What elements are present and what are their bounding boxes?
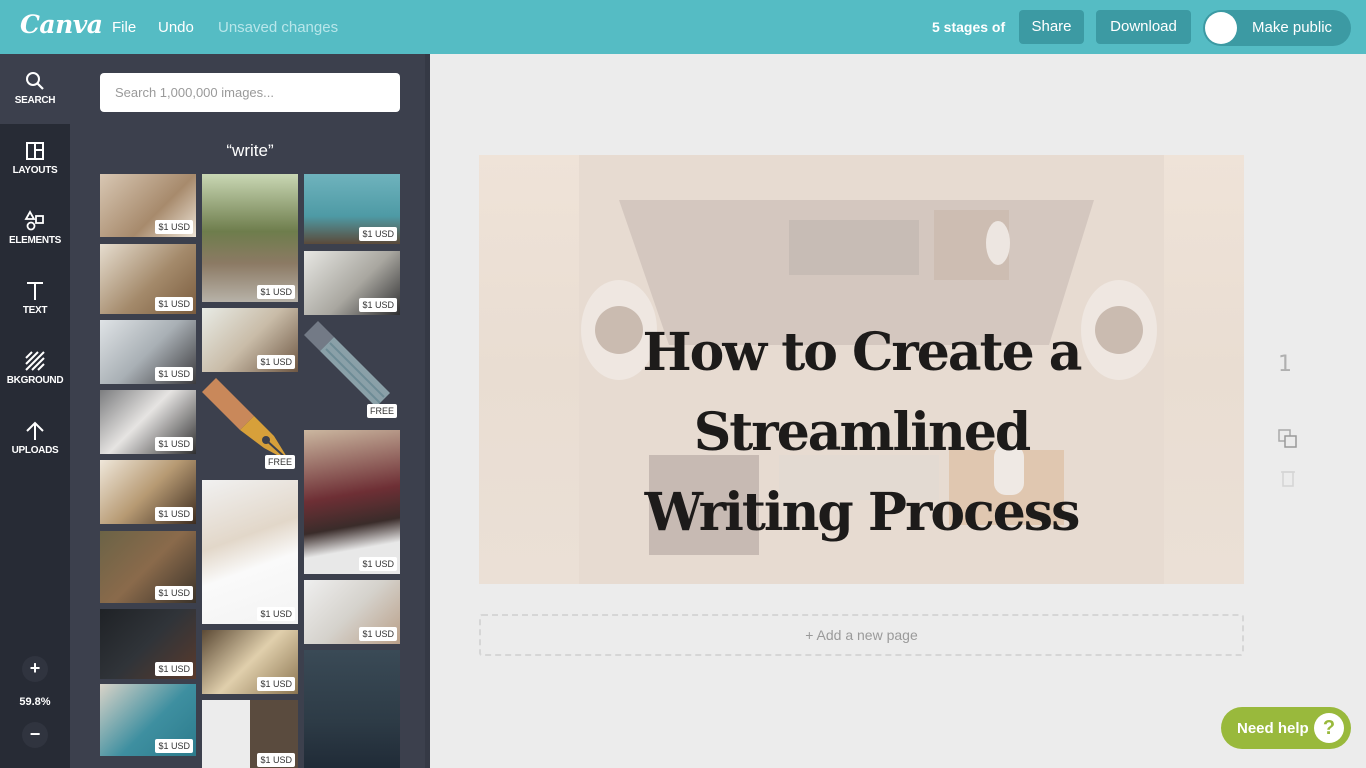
- price-tag: $1 USD: [257, 355, 295, 369]
- file-menu[interactable]: File: [112, 19, 136, 36]
- delete-page-icon[interactable]: [1277, 468, 1299, 490]
- price-tag: $1 USD: [155, 739, 193, 753]
- add-new-page-button[interactable]: + Add a new page: [479, 614, 1244, 656]
- price-tag: $1 USD: [155, 662, 193, 676]
- background-icon: [25, 351, 45, 371]
- question-icon: ?: [1314, 713, 1344, 743]
- rail-item-label: LAYOUTS: [12, 165, 58, 176]
- image-result[interactable]: FREE: [202, 378, 298, 472]
- uploads-icon: [26, 421, 44, 440]
- image-result[interactable]: $1 USD: [202, 480, 298, 624]
- search-icon: [26, 72, 44, 90]
- price-tag: $1 USD: [359, 227, 397, 241]
- toggle-knob: [1205, 12, 1237, 44]
- image-result[interactable]: $1 USD: [100, 320, 196, 384]
- design-headline[interactable]: How to Create a Streamlined Writing Proc…: [479, 313, 1244, 553]
- rail-item-text[interactable]: TEXT: [0, 264, 70, 334]
- price-tag: $1 USD: [155, 367, 193, 381]
- price-tag: $1 USD: [359, 627, 397, 641]
- image-result[interactable]: $1 USD: [100, 684, 196, 756]
- image-result[interactable]: $1 USD: [100, 174, 196, 237]
- canva-logo[interactable]: Canva: [20, 10, 103, 39]
- price-tag: $1 USD: [155, 507, 193, 521]
- image-result[interactable]: $1 USD: [202, 174, 298, 302]
- price-tag: $1 USD: [257, 753, 295, 767]
- search-panel: “write” $1 USD $1 USD $1 USD $1 USD $1 U…: [70, 54, 430, 768]
- left-rail: SEARCH LAYOUTS ELEMENTS TEXT BKGROUND UP…: [0, 54, 70, 768]
- need-help-label: Need help: [1237, 720, 1309, 737]
- image-result[interactable]: $1 USD: [304, 580, 400, 644]
- panel-scrollbar[interactable]: [425, 54, 430, 768]
- price-tag: $1 USD: [155, 437, 193, 451]
- rail-item-background[interactable]: BKGROUND: [0, 334, 70, 404]
- rail-item-label: BKGROUND: [6, 375, 64, 386]
- price-tag: $1 USD: [257, 677, 295, 691]
- image-result[interactable]: [304, 650, 400, 768]
- rail-item-label: SEARCH: [14, 95, 56, 106]
- rail-item-elements[interactable]: ELEMENTS: [0, 194, 70, 264]
- price-tag: FREE: [366, 404, 397, 418]
- save-status: Unsaved changes: [218, 19, 339, 36]
- price-tag: $1 USD: [359, 298, 397, 312]
- rail-item-uploads[interactable]: UPLOADS: [0, 404, 70, 474]
- image-result[interactable]: $1 USD: [304, 174, 400, 244]
- make-public-toggle[interactable]: Make public: [1203, 10, 1351, 46]
- price-tag: $1 USD: [155, 586, 193, 600]
- image-result[interactable]: $1 USD: [100, 244, 196, 314]
- search-query-heading: “write”: [226, 141, 274, 160]
- make-public-label: Make public: [1252, 19, 1333, 36]
- text-icon: [27, 282, 43, 300]
- headline-line-2: Writing Process: [644, 482, 1081, 543]
- headline-line-1: How to Create a Streamlined: [642, 322, 1083, 463]
- image-result[interactable]: $1 USD: [100, 609, 196, 679]
- zoom-level: 59.8%: [19, 696, 51, 708]
- layouts-icon: [26, 142, 44, 160]
- image-result[interactable]: $1 USD: [202, 308, 298, 372]
- undo-button[interactable]: Undo: [158, 19, 194, 36]
- price-tag: FREE: [264, 455, 295, 469]
- image-result[interactable]: $1 USD: [304, 251, 400, 315]
- price-tag: $1 USD: [359, 557, 397, 571]
- image-result[interactable]: $1 USD: [304, 430, 400, 574]
- rail-item-label: TEXT: [22, 305, 48, 316]
- page-number: 1: [1278, 352, 1292, 377]
- rail-item-search[interactable]: SEARCH: [0, 54, 70, 124]
- share-button[interactable]: Share: [1019, 10, 1084, 44]
- image-result[interactable]: $1 USD: [100, 460, 196, 524]
- price-tag: $1 USD: [257, 285, 295, 299]
- download-button[interactable]: Download: [1096, 10, 1191, 44]
- image-result[interactable]: $1 USD: [202, 630, 298, 694]
- zoom-out-button[interactable]: −: [22, 722, 48, 748]
- price-tag: $1 USD: [257, 607, 295, 621]
- need-help-button[interactable]: Need help ?: [1221, 707, 1351, 749]
- image-result[interactable]: FREE: [304, 321, 400, 421]
- image-result[interactable]: $1 USD: [202, 700, 298, 768]
- design-title[interactable]: 5 stages of: [932, 19, 1005, 35]
- elements-icon: [24, 210, 44, 231]
- zoom-in-button[interactable]: +: [22, 656, 48, 682]
- rail-item-label: ELEMENTS: [8, 235, 62, 246]
- rail-item-layouts[interactable]: LAYOUTS: [0, 124, 70, 194]
- design-page[interactable]: How to Create a Streamlined Writing Proc…: [479, 155, 1244, 584]
- image-search-input[interactable]: [100, 73, 400, 112]
- duplicate-page-icon[interactable]: [1277, 428, 1299, 450]
- image-result[interactable]: $1 USD: [100, 390, 196, 454]
- price-tag: $1 USD: [155, 220, 193, 234]
- top-bar: Canva File Undo Unsaved changes 5 stages…: [0, 0, 1366, 54]
- image-result[interactable]: $1 USD: [100, 531, 196, 603]
- rail-item-label: UPLOADS: [11, 445, 59, 456]
- price-tag: $1 USD: [155, 297, 193, 311]
